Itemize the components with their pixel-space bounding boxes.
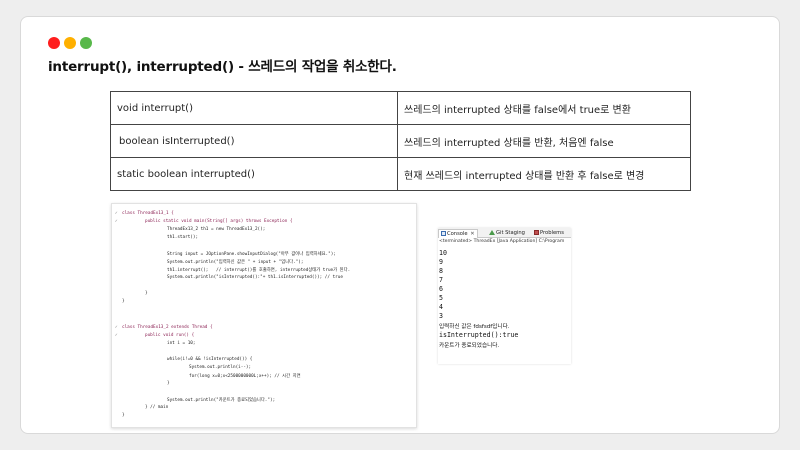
console-status: <terminated> ThreadEx [Java Application]…	[439, 239, 565, 244]
method-signature: void interrupt()	[110, 91, 398, 125]
git-staging-icon	[489, 230, 495, 235]
page-title: interrupt(), interrupted() - 쓰레드의 작업을 취소…	[48, 59, 397, 75]
green-dot-icon[interactable]	[80, 37, 92, 49]
code-line: System.out.println("입력하신 값은 " + input + …	[167, 260, 304, 265]
console-output-line: 입력하신 값은 fdsfsdf입니다.	[439, 324, 510, 330]
tab-label: Git Staging	[496, 230, 525, 236]
console-output-line: 10	[439, 249, 447, 257]
code-line: }	[122, 299, 125, 304]
method-table: void interrupt() 쓰레드의 interrupted 상태를 fa…	[110, 91, 691, 191]
tab-label: Problems	[540, 230, 564, 236]
code-line: th1.interrupt(); // interrupt()를 호출하면, i…	[167, 268, 351, 273]
code-editor-screenshot: ✓ ✓ ✓ ✓ class ThreadEx13_1 { public stat…	[111, 203, 417, 428]
console-output-line: 7	[439, 276, 443, 284]
method-description: 쓰레드의 interrupted 상태를 반환, 처음엔 false	[397, 124, 691, 158]
console-view: Console ✕ Git Staging Problems <terminat…	[438, 228, 571, 364]
red-dot-icon[interactable]	[48, 37, 60, 49]
method-description: 쓰레드의 interrupted 상태를 false에서 true로 변환	[397, 91, 691, 125]
console-output-line: 8	[439, 267, 443, 275]
code-line: System.out.println(i--);	[189, 365, 252, 370]
code-line: }	[167, 381, 170, 386]
console-icon	[441, 231, 446, 236]
code-line: th1.start();	[167, 235, 199, 240]
code-line: }	[122, 413, 125, 418]
problems-icon	[534, 230, 539, 235]
window-controls	[48, 37, 92, 49]
table-row: static boolean interrupted() 현재 쓰레드의 int…	[110, 157, 691, 191]
code-line: System.out.println("isInterrupted():"+ t…	[167, 275, 343, 280]
fold-marker-icon: ✓	[115, 219, 118, 224]
code-line: } // main	[145, 405, 169, 410]
console-output-line: 4	[439, 303, 443, 311]
yellow-dot-icon[interactable]	[64, 37, 76, 49]
slide-card: interrupt(), interrupted() - 쓰레드의 작업을 취소…	[20, 16, 780, 434]
fold-marker-icon: ✓	[115, 325, 118, 330]
code-line: ThreadEx13_2 th1 = new ThreadEx13_2();	[167, 227, 266, 232]
code-line: System.out.println("카운트가 종료되었습니다.");	[167, 398, 276, 403]
close-icon[interactable]: ✕	[470, 231, 474, 237]
code-line: class ThreadEx13_2 extends Thread {	[122, 325, 213, 330]
method-signature: boolean isInterrupted()	[110, 124, 398, 158]
fold-marker-icon: ✓	[115, 333, 118, 338]
console-output-line: 5	[439, 294, 443, 302]
console-output-line: 6	[439, 285, 443, 293]
table-row: void interrupt() 쓰레드의 interrupted 상태를 fa…	[110, 91, 691, 125]
code-line: }	[145, 291, 148, 296]
console-output-line: isInterrupted():true	[439, 331, 519, 339]
code-line: int i = 10;	[167, 341, 196, 346]
tab-problems[interactable]: Problems	[534, 229, 564, 238]
console-output-line: 카운트가 종료되었습니다.	[439, 343, 500, 349]
tab-console[interactable]: Console ✕	[438, 229, 478, 238]
method-description: 현재 쓰레드의 interrupted 상태를 반환 후 false로 변경	[397, 157, 691, 191]
console-output-line: 9	[439, 258, 443, 266]
tab-git-staging[interactable]: Git Staging	[489, 229, 525, 238]
fold-marker-icon: ✓	[115, 211, 118, 216]
console-output-line: 3	[439, 312, 443, 320]
tab-label: Console	[447, 231, 468, 237]
method-signature: static boolean interrupted()	[110, 157, 398, 191]
code-line: public static void main(String[] args) t…	[145, 219, 293, 224]
code-line: public void run() {	[145, 333, 195, 338]
code-line: while(i!=0 && !isInterrupted()) {	[167, 357, 253, 362]
code-line: for(long x=0;x<2500000000L;x++); // 시간 지…	[189, 374, 301, 379]
console-tabbar: Console ✕ Git Staging Problems	[438, 228, 571, 238]
code-line: String input = JOptionPane.showInputDial…	[167, 252, 336, 257]
table-row: boolean isInterrupted() 쓰레드의 interrupted…	[110, 124, 691, 158]
code-line: class ThreadEx13_1 {	[122, 211, 174, 216]
